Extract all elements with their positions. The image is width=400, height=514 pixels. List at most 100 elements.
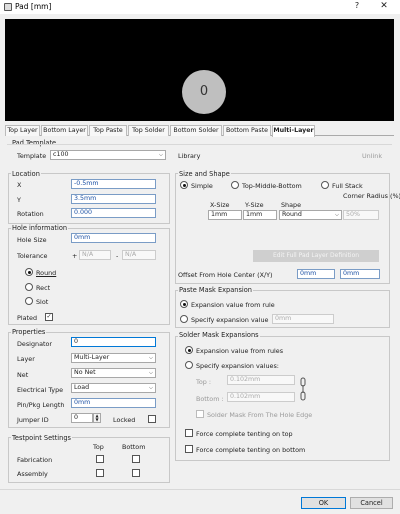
- chevron-down-icon: ⌵: [334, 212, 339, 218]
- solder-from-hole-label: Solder Mask From The Hole Edge: [207, 411, 313, 419]
- designator-label: Designator: [17, 340, 53, 348]
- cancel-button[interactable]: Cancel: [350, 497, 393, 509]
- top-middle-bottom-radio[interactable]: [231, 181, 239, 189]
- pin-pkg-length-label: Pin/Pkg Length: [17, 401, 65, 409]
- tab-top-solder[interactable]: Top Solder: [128, 125, 169, 136]
- tab-top-paste[interactable]: Top Paste: [89, 125, 127, 136]
- assembly-bottom-checkbox[interactable]: [132, 469, 140, 477]
- hole-rect-label: Rect: [36, 284, 51, 292]
- paste-rule-label: Expansion value from rule: [191, 301, 275, 309]
- fabrication-bottom-checkbox[interactable]: [132, 455, 140, 463]
- testpoint-heading: Testpoint Settings: [11, 434, 72, 442]
- ok-button[interactable]: OK: [301, 497, 346, 509]
- paste-rule-radio[interactable]: [180, 300, 188, 308]
- pad-shape: 0: [182, 70, 226, 114]
- x-size-input[interactable]: 1mm: [208, 210, 242, 220]
- tab-bottom-layer[interactable]: Bottom Layer: [41, 125, 88, 136]
- paste-specify-radio[interactable]: [180, 315, 188, 323]
- link-chain-icon[interactable]: [300, 377, 306, 401]
- x-size-header: X-Size: [210, 201, 230, 209]
- solder-top-label: Top :: [196, 378, 211, 386]
- hole-slot-radio[interactable]: [25, 297, 33, 305]
- plated-label: Plated: [17, 314, 38, 322]
- tent-top-checkbox[interactable]: [185, 429, 193, 437]
- rotation-input[interactable]: 0.000: [71, 208, 156, 218]
- hole-slot-label: Slot: [36, 298, 49, 306]
- assembly-label: Assembly: [17, 470, 48, 478]
- electrical-type-value: Load: [74, 384, 90, 391]
- designator-input[interactable]: 0: [71, 337, 156, 347]
- full-stack-radio[interactable]: [321, 181, 329, 189]
- tolerance-minus-input[interactable]: N/A: [122, 250, 156, 260]
- offset-y-input[interactable]: 0mm: [340, 269, 380, 279]
- paste-mask-heading: Paste Mask Expansion: [178, 286, 253, 294]
- shape-header: Shape: [281, 201, 302, 209]
- layer-select[interactable]: Multi-Layer ⌵: [71, 353, 156, 363]
- testpoint-bottom-header: Bottom: [122, 443, 146, 451]
- unlink-link[interactable]: Unlink: [362, 152, 382, 160]
- assembly-top-checkbox[interactable]: [96, 469, 104, 477]
- tab-bottom-solder[interactable]: Bottom Solder: [170, 125, 222, 136]
- template-value: c100: [53, 151, 69, 158]
- hole-round-radio[interactable]: [25, 268, 33, 276]
- solder-rules-radio[interactable]: [185, 346, 193, 354]
- solder-specify-radio[interactable]: [185, 361, 193, 369]
- edit-full-pad-layer-button[interactable]: Edit Full Pad Layer Definition: [253, 250, 379, 262]
- x-input[interactable]: -0.5mm: [71, 179, 156, 189]
- net-select[interactable]: No Net ⌵: [71, 368, 156, 378]
- tolerance-minus-sign: -: [116, 252, 119, 260]
- electrical-type-select[interactable]: Load ⌵: [71, 383, 156, 393]
- pin-pkg-length-input[interactable]: 0mm: [71, 398, 156, 408]
- title-bar: [0, 0, 400, 14]
- layer-label: Layer: [17, 355, 35, 363]
- y-size-header: Y-Size: [245, 201, 264, 209]
- offset-x-input[interactable]: 0mm: [297, 269, 335, 279]
- tent-top-label: Force complete tenting on top: [196, 430, 293, 438]
- tab-bottom-paste[interactable]: Bottom Paste: [223, 125, 271, 136]
- fabrication-top-checkbox[interactable]: [96, 455, 104, 463]
- plated-checkbox[interactable]: ✓: [45, 313, 53, 321]
- solder-bottom-input[interactable]: 0.102mm: [227, 392, 295, 402]
- corner-radius-input[interactable]: 50%: [343, 210, 379, 220]
- footer-separator: [0, 489, 400, 490]
- hole-rect-radio[interactable]: [25, 283, 33, 291]
- help-button[interactable]: ?: [351, 1, 363, 13]
- tent-bottom-checkbox[interactable]: [185, 445, 193, 453]
- corner-radius-header: Corner Radius (%): [343, 192, 400, 200]
- tab-multi-layer[interactable]: Multi-Layer: [272, 125, 315, 137]
- y-size-input[interactable]: 1mm: [243, 210, 277, 220]
- tab-top-layer[interactable]: Top Layer: [5, 125, 40, 136]
- close-button[interactable]: ✕: [377, 1, 391, 13]
- chevron-down-icon: ⌵: [158, 152, 163, 158]
- locked-checkbox[interactable]: [148, 415, 156, 423]
- top-middle-bottom-label: Top-Middle-Bottom: [242, 182, 302, 190]
- testpoint-top-header: Top: [93, 443, 104, 451]
- tolerance-label: Tolerance: [17, 252, 48, 260]
- solder-top-input[interactable]: 0.102mm: [227, 375, 295, 385]
- jumper-id-spinner[interactable]: ▲ ▼: [93, 413, 101, 423]
- solder-specify-label: Specify expansion values:: [196, 362, 279, 370]
- y-input[interactable]: 3.5mm: [71, 194, 156, 204]
- paste-value-input[interactable]: 0mm: [272, 314, 334, 324]
- simple-radio[interactable]: [180, 181, 188, 189]
- y-label: Y: [17, 196, 21, 204]
- offset-label: Offset From Hole Center (X/Y): [178, 271, 273, 279]
- x-label: X: [17, 181, 22, 189]
- tent-bottom-label: Force complete tenting on bottom: [196, 446, 306, 454]
- location-heading: Location: [11, 170, 41, 178]
- hole-size-input[interactable]: 0mm: [71, 233, 156, 243]
- pad-preview: 0: [5, 19, 394, 121]
- rotation-label: Rotation: [17, 210, 44, 218]
- jumper-id-input[interactable]: 0: [71, 413, 93, 423]
- template-select[interactable]: c100 ⌵: [50, 150, 166, 160]
- solder-bottom-label: Bottom :: [196, 395, 224, 403]
- simple-label: Simple: [191, 182, 213, 190]
- tolerance-plus-input[interactable]: N/A: [79, 250, 111, 260]
- net-value: No Net: [74, 369, 96, 376]
- shape-select[interactable]: Round ⌵: [279, 210, 342, 220]
- solder-from-hole-checkbox[interactable]: [196, 410, 204, 418]
- pad-template-separator: [7, 144, 392, 145]
- library-label: Library: [178, 152, 201, 160]
- pad-template-heading: Pad Template: [11, 139, 58, 147]
- full-stack-label: Full Stack: [332, 182, 363, 190]
